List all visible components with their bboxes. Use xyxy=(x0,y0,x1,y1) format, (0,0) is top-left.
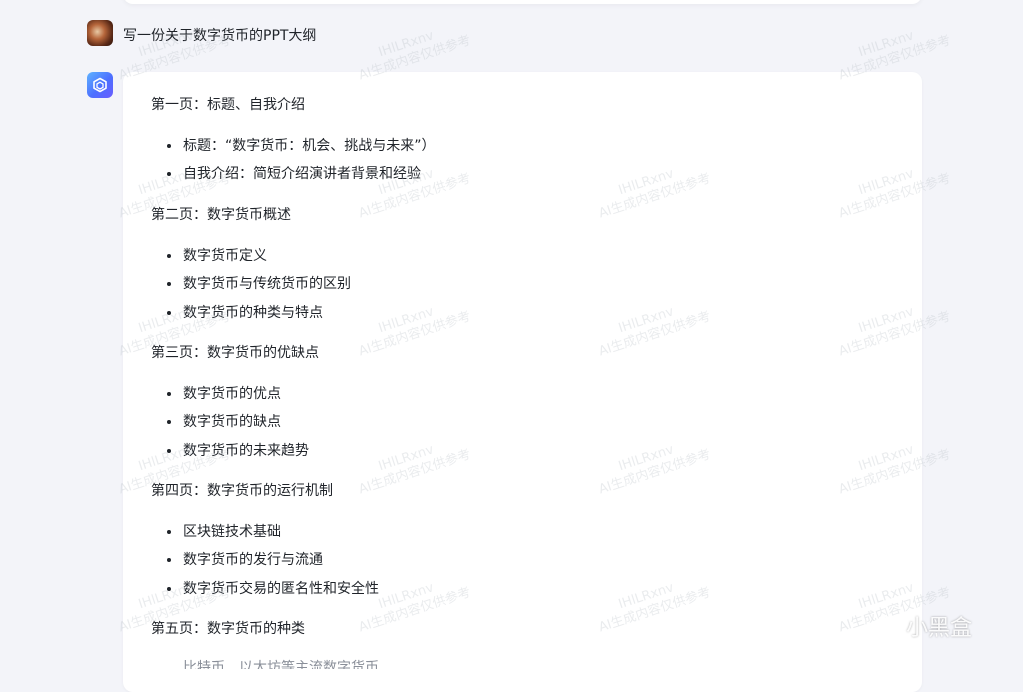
heybox-logo-icon xyxy=(871,614,899,644)
bullet-dot xyxy=(167,254,171,258)
list-item: 数字货币的种类与特点 xyxy=(183,305,323,321)
list-item: 数字货币的优点 xyxy=(183,386,281,402)
list-item: 自我介绍：简短介绍演讲者背景和经验 xyxy=(183,166,421,182)
bullet-dot xyxy=(167,144,171,148)
list-item: 数字货币定义 xyxy=(183,248,267,264)
user-avatar xyxy=(87,20,113,46)
list-item: 区块链技术基础 xyxy=(183,524,281,540)
bullet-dot xyxy=(167,530,171,534)
list-item: 数字货币的发行与流通 xyxy=(183,552,323,568)
user-message: 写一份关于数字货币的PPT大纲 xyxy=(123,28,317,44)
list-item: 数字货币交易的匿名性和安全性 xyxy=(183,581,379,597)
bullet-dot xyxy=(167,558,171,562)
section-title: 第二页：数字货币概述 xyxy=(151,207,291,223)
section-title: 第一页：标题、自我介绍 xyxy=(151,97,305,113)
assistant-avatar xyxy=(87,72,113,98)
bullet-dot xyxy=(167,587,171,591)
cube-logo-icon xyxy=(93,77,107,93)
bullet-dot xyxy=(167,449,171,453)
section-title: 第三页：数字货币的优缺点 xyxy=(151,345,319,361)
site-logo-text: 小黑盒 xyxy=(906,616,973,641)
section-title: 第五页：数字货币的种类 xyxy=(151,621,305,637)
bullet-dot xyxy=(167,392,171,396)
list-item: 数字货币的未来趋势 xyxy=(183,443,309,459)
site-logo-watermark: 小黑盒 xyxy=(870,614,972,644)
list-item: 数字货币的缺点 xyxy=(183,414,281,430)
bullet-dot xyxy=(167,311,171,315)
bullet-dot xyxy=(167,172,171,176)
bullet-dot xyxy=(167,420,171,424)
section-title: 第四页：数字货币的运行机制 xyxy=(151,483,333,499)
list-item: 标题：“数字货币：机会、挑战与未来”） xyxy=(183,138,436,154)
list-item: 数字货币与传统货币的区别 xyxy=(183,276,351,292)
bullet-dot xyxy=(167,282,171,286)
previous-message-card xyxy=(123,0,922,4)
